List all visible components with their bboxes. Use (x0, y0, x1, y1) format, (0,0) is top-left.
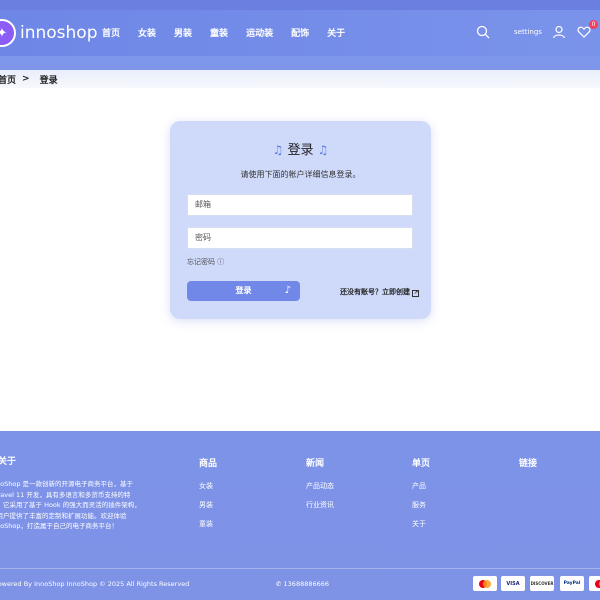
footer-column-links: 链接 (519, 456, 537, 481)
footer-column-title: 单页 (412, 459, 431, 469)
wishlist-icon[interactable]: 0 (573, 20, 598, 43)
footer-link[interactable]: 行业资讯 (306, 500, 334, 510)
footer-column-pages: 单页 产品 服务 关于 (412, 456, 430, 538)
user-icon[interactable] (548, 21, 570, 43)
nav-item-about[interactable]: 关于 (327, 26, 345, 39)
logo[interactable]: ✦ innoshop (0, 19, 98, 47)
discover-icon: DISCOVER (530, 576, 554, 591)
site-footer: 关于 InnoShop 是一款创新的开源电子商务平台，基于 Laravel 11… (0, 431, 600, 600)
login-button[interactable]: 登录 ♪ (187, 281, 300, 301)
forgot-password-link[interactable]: 忘记密码 ⓘ (187, 257, 224, 267)
footer-link[interactable]: 女装 (199, 481, 217, 491)
footer-link[interactable]: 关于 (412, 519, 430, 529)
site-header: ✦ innoshop 首页 女装 男装 童装 运动装 配饰 关于 setting… (0, 10, 600, 56)
breadcrumb-current: 登录 (39, 75, 58, 86)
settings-link[interactable]: settings (514, 28, 542, 36)
nav-item-kids[interactable]: 童装 (210, 26, 228, 39)
forgot-password-label: 忘记密码 (187, 258, 215, 266)
top-strip (0, 0, 600, 10)
footer-link[interactable]: 男装 (199, 500, 217, 510)
phone-number: 13688886666 (283, 580, 330, 588)
footer-about-title: 关于 (0, 457, 17, 467)
footer-bottom-bar: Powered By InnoShop InnoShop © 2025 All … (0, 568, 600, 600)
footer-link[interactable]: 童装 (199, 519, 217, 529)
nav-item-home[interactable]: 首页 (102, 26, 120, 39)
logo-mark-icon: ✦ (0, 19, 16, 47)
footer-link[interactable]: 服务 (412, 500, 430, 510)
header-subband (0, 56, 600, 70)
mastercard-icon (473, 576, 497, 591)
help-icon: ⓘ (217, 258, 225, 266)
breadcrumb: 首页 > 登录 (0, 70, 600, 88)
cart-count-badge: 0 (589, 20, 598, 29)
email-field[interactable]: 邮箱 (187, 194, 413, 216)
login-title: ♫ 登录 ♫ (170, 139, 431, 158)
register-link[interactable]: 还没有账号？立即创建 ↗ (340, 287, 420, 297)
breadcrumb-home[interactable]: 首页 (0, 73, 16, 86)
phone-icon: ✆ (276, 580, 282, 588)
copyright-text: Powered By InnoShop InnoShop © 2025 All … (0, 580, 190, 588)
breadcrumb-separator: > (22, 74, 30, 84)
footer-column-products: 商品 女装 男装 童装 (199, 456, 217, 538)
login-card: ♫ 登录 ♫ 请使用下面的帐户详细信息登录。 邮箱 密码 忘记密码 ⓘ 登录 ♪… (170, 121, 431, 319)
paypal-icon: PayPal (560, 576, 584, 591)
mastercard-icon (589, 576, 600, 591)
login-button-label: 登录 (235, 286, 252, 295)
footer-column-title: 商品 (199, 459, 218, 469)
logo-text: innoshop (20, 23, 98, 43)
music-note-icon: ♫ (272, 143, 284, 157)
external-link-icon: ↗ (412, 290, 420, 297)
login-subtitle: 请使用下面的帐户详细信息登录。 (240, 170, 361, 179)
login-title-text: 登录 (287, 143, 314, 158)
footer-link[interactable]: 产品动态 (306, 481, 334, 491)
nav-item-men[interactable]: 男装 (174, 26, 192, 39)
footer-column-title: 链接 (519, 459, 538, 469)
main-nav: 首页 女装 男装 童装 运动装 配饰 关于 (102, 26, 363, 39)
footer-column-news: 新闻 产品动态 行业资讯 (306, 456, 334, 519)
music-note-icon: ♪ (284, 285, 291, 296)
footer-phone: ✆ 13688886666 (276, 580, 329, 588)
nav-item-accessories[interactable]: 配饰 (291, 26, 309, 39)
footer-about-text: InnoShop 是一款创新的开源电子商务平台，基于 Laravel 11 开发… (0, 480, 141, 530)
visa-icon: VISA (501, 576, 525, 591)
password-field[interactable]: 密码 (187, 227, 413, 249)
footer-column-title: 新闻 (306, 459, 325, 469)
footer-link[interactable]: 产品 (412, 481, 430, 491)
register-label: 还没有账号？立即创建 (340, 288, 410, 296)
search-icon[interactable] (472, 21, 494, 43)
nav-item-sportswear[interactable]: 运动装 (246, 26, 273, 39)
music-note-icon: ♫ (317, 143, 329, 157)
nav-item-women[interactable]: 女装 (138, 26, 156, 39)
